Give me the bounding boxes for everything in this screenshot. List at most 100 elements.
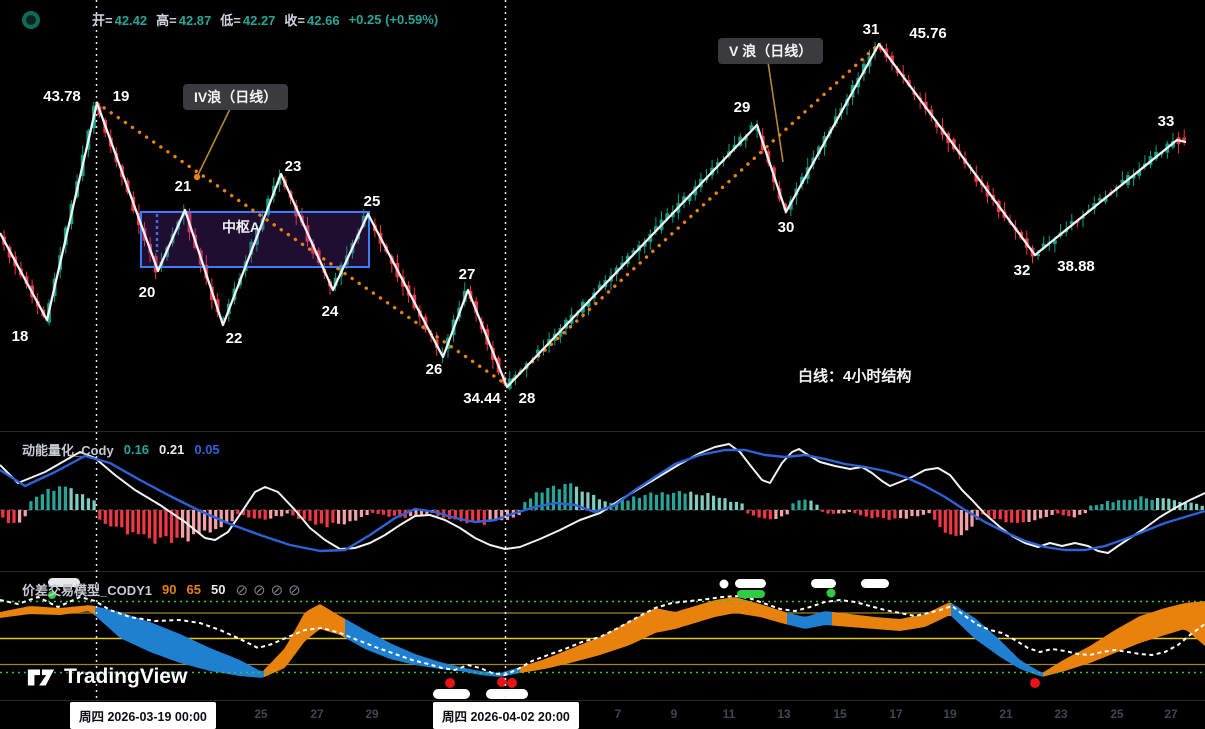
momentum-histogram-bar: [910, 510, 913, 516]
momentum-histogram-bar: [786, 510, 789, 514]
momentum-histogram-bar: [131, 510, 134, 532]
spread-ribbon-orange: [0, 605, 95, 618]
momentum-histogram-bar: [1100, 504, 1103, 510]
time-axis-label[interactable]: 9: [671, 707, 678, 721]
wave-label-pointer: [197, 109, 230, 177]
momentum-histogram-bar: [837, 510, 840, 513]
momentum-histogram-bar: [649, 493, 652, 510]
momentum-histogram-bar: [326, 510, 329, 527]
momentum-histogram-bar: [1, 510, 4, 518]
momentum-histogram-bar: [893, 510, 896, 518]
momentum-histogram-bar: [888, 510, 891, 520]
tradingview-logo[interactable]: TradingView: [26, 665, 187, 689]
price-label: 43.78: [43, 88, 81, 105]
time-axis-label[interactable]: 19: [943, 707, 956, 721]
wave-trendline-dotted[interactable]: [507, 44, 879, 385]
momentum-histogram-bar: [1016, 510, 1019, 523]
low-label: 低=42.27: [220, 10, 275, 29]
momentum-histogram-bar: [563, 484, 566, 510]
signal-dot-marker: [507, 678, 517, 688]
time-axis-label[interactable]: 11: [723, 707, 736, 721]
momentum-histogram-bar: [1051, 510, 1054, 515]
ohlc-legend[interactable]: 开=42.42 高=42.87 低=42.27 收=42.66 +0.25 (+…: [92, 10, 438, 29]
momentum-histogram-bar: [774, 510, 777, 519]
hub-box-label[interactable]: 中枢A: [222, 217, 260, 237]
pivot-number-label: 27: [459, 266, 476, 283]
momentum-histogram-bar: [269, 510, 272, 519]
time-axis-label[interactable]: 21: [999, 707, 1012, 721]
momentum-histogram-bar: [552, 486, 555, 510]
momentum-histogram-bar: [1067, 510, 1070, 516]
price-label: 45.76: [909, 25, 947, 42]
disabled-value-icons: ⊘⊘⊘⊘: [235, 581, 300, 599]
momentum-histogram-bar: [944, 510, 947, 533]
momentum-histogram-bar: [64, 487, 67, 510]
momentum-histogram-bar: [695, 495, 698, 510]
momentum-histogram-bar: [58, 486, 61, 510]
time-axis-label[interactable]: 15: [833, 707, 846, 721]
momentum-histogram-bar: [377, 510, 380, 514]
spread-indicator-title[interactable]: 价差交易模型_CODY1: [22, 580, 152, 599]
pivot-number-label: 20: [139, 284, 156, 301]
momentum-histogram-bar: [170, 510, 173, 543]
momentum-histogram-bar: [922, 510, 925, 515]
momentum-histogram-bar: [729, 502, 732, 510]
signal-pill-marker: [811, 579, 836, 588]
momentum-histogram-bar: [706, 493, 709, 510]
time-axis-label[interactable]: 27: [310, 707, 323, 721]
time-axis-label[interactable]: 17: [889, 707, 902, 721]
momentum-histogram-bar: [993, 510, 996, 519]
disabled-value-icon: ⊘: [253, 581, 266, 599]
signal-dot-marker: [720, 580, 729, 589]
pivot-number-label: 22: [226, 330, 243, 347]
momentum-indicator-title[interactable]: 动能量化_Cody: [22, 440, 114, 459]
momentum-histogram-bar: [746, 510, 749, 513]
momentum-histogram-bar: [93, 500, 96, 510]
time-axis-label[interactable]: 25: [1110, 707, 1123, 721]
momentum-histogram-bar: [632, 496, 635, 510]
momentum-histogram-bar: [853, 510, 856, 513]
time-axis-label[interactable]: 29: [365, 707, 378, 721]
spread-indicator-legend[interactable]: 价差交易模型_CODY1 90 65 50 ⊘⊘⊘⊘: [22, 580, 301, 599]
momentum-value-0: 0.16: [124, 442, 149, 457]
time-axis-label[interactable]: 23: [1054, 707, 1067, 721]
momentum-histogram-bar: [809, 501, 812, 510]
price-label: 34.44: [463, 390, 501, 407]
momentum-indicator-legend[interactable]: 动能量化_Cody 0.16 0.21 0.05: [22, 440, 220, 459]
momentum-histogram-bar: [348, 510, 351, 521]
wave-label-v[interactable]: V 浪（日线）: [718, 38, 823, 64]
momentum-histogram-bar: [104, 510, 107, 524]
momentum-histogram-bar: [115, 510, 118, 527]
momentum-histogram-bar: [826, 510, 829, 514]
time-axis-label[interactable]: 7: [615, 707, 622, 721]
disabled-value-icon: ⊘: [271, 581, 284, 599]
time-axis-label[interactable]: 27: [1164, 707, 1177, 721]
momentum-histogram-bar: [905, 510, 908, 519]
structure-note: 白线：4小时结构: [798, 365, 911, 386]
momentum-histogram-bar: [1084, 510, 1087, 513]
momentum-histogram-bar: [1190, 503, 1193, 510]
time-axis-label[interactable]: 13: [777, 707, 790, 721]
wave-label-iv[interactable]: IV浪（日线）: [183, 84, 288, 110]
momentum-histogram-bar: [1073, 510, 1076, 517]
instrument-legend-icon[interactable]: [22, 11, 40, 29]
close-label: 收=42.66: [284, 10, 339, 29]
momentum-histogram-bar: [558, 489, 561, 510]
momentum-histogram-bar: [626, 501, 629, 511]
open-label: 开=42.42: [92, 10, 147, 29]
momentum-histogram-bar: [1095, 505, 1098, 510]
signal-pill-marker: [433, 689, 470, 699]
disabled-value-icon: ⊘: [288, 581, 301, 599]
time-axis-label[interactable]: 25: [254, 707, 267, 721]
momentum-histogram-bar: [393, 510, 396, 516]
momentum-histogram-bar: [12, 510, 15, 523]
chart-canvas[interactable]: [0, 0, 1205, 729]
momentum-histogram-bar: [18, 510, 21, 523]
momentum-histogram-bar: [7, 510, 10, 523]
momentum-histogram-bar: [24, 510, 27, 516]
pivot-number-label: 26: [426, 361, 443, 378]
momentum-histogram-bar: [1112, 502, 1115, 510]
momentum-histogram-bar: [247, 510, 250, 517]
momentum-histogram-bar: [109, 510, 112, 527]
wave-pointer-dot: [194, 174, 200, 180]
